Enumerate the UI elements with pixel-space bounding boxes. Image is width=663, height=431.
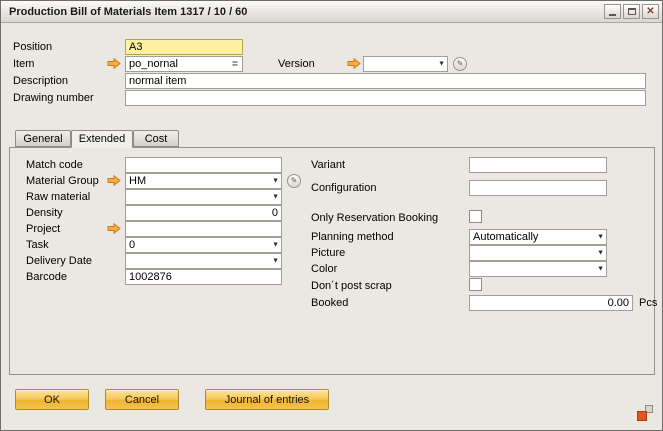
booked-input[interactable]: [469, 295, 633, 311]
project-input[interactable]: [125, 221, 282, 237]
only-reservation-booking-label: Only Reservation Booking: [311, 212, 438, 224]
dont-post-scrap-label: Don´t post scrap: [311, 280, 392, 292]
chevron-down-icon: ▼: [272, 178, 279, 185]
ok-button[interactable]: OK: [15, 389, 89, 410]
minimize-icon: [609, 14, 616, 16]
close-icon: ✕: [646, 7, 654, 17]
variant-label: Variant: [311, 159, 345, 171]
close-button[interactable]: ✕: [642, 4, 659, 19]
density-label: Density: [26, 207, 63, 219]
minimize-button[interactable]: [604, 4, 621, 19]
planning-method-select[interactable]: Automatically ▼: [469, 229, 607, 245]
material-group-value: HM: [129, 175, 267, 187]
barcode-label: Barcode: [26, 271, 67, 283]
booked-unit-label: Pcs: [639, 297, 657, 309]
project-link-arrow-icon[interactable]: [107, 223, 121, 234]
position-label: Position: [13, 41, 52, 53]
chevron-down-icon: ▼: [272, 242, 279, 249]
form-resize-grip-icon[interactable]: [637, 405, 653, 421]
task-label: Task: [26, 239, 49, 251]
booked-label: Booked: [311, 297, 348, 309]
material-group-select[interactable]: HM ▼: [125, 173, 282, 189]
position-input[interactable]: [125, 39, 243, 55]
density-input[interactable]: [125, 205, 282, 221]
color-select[interactable]: ▼: [469, 261, 607, 277]
match-code-label: Match code: [26, 159, 83, 171]
version-link-arrow-icon[interactable]: [347, 58, 361, 69]
production-bom-window: Production Bill of Materials Item 1317 /…: [0, 0, 663, 431]
variant-input[interactable]: [469, 157, 607, 173]
grip-orange-square: [637, 411, 647, 421]
chevron-down-icon: ▼: [438, 61, 445, 68]
raw-material-select[interactable]: ▼: [125, 189, 282, 205]
material-group-label: Material Group: [26, 175, 99, 187]
version-select[interactable]: ▼: [363, 56, 448, 72]
item-label: Item: [13, 58, 34, 70]
drawing-number-label: Drawing number: [13, 92, 94, 104]
material-group-link-arrow-icon[interactable]: [107, 175, 121, 186]
cancel-button[interactable]: Cancel: [105, 389, 179, 410]
window-title: Production Bill of Materials Item 1317 /…: [9, 6, 602, 18]
material-group-edit-icon[interactable]: ✎: [287, 174, 301, 188]
titlebar[interactable]: Production Bill of Materials Item 1317 /…: [1, 1, 662, 23]
planning-method-value: Automatically: [473, 231, 592, 243]
version-edit-icon[interactable]: ✎: [453, 57, 467, 71]
chevron-down-icon: ▼: [272, 194, 279, 201]
item-details-icon[interactable]: =: [232, 60, 238, 70]
configuration-label: Configuration: [311, 182, 376, 194]
tab-cost[interactable]: Cost: [133, 130, 179, 147]
chevron-down-icon: ▼: [597, 250, 604, 257]
chevron-down-icon: ▼: [597, 266, 604, 273]
chevron-down-icon: ▼: [272, 258, 279, 265]
planning-method-label: Planning method: [311, 231, 394, 243]
picture-label: Picture: [311, 247, 345, 259]
barcode-input[interactable]: [125, 269, 282, 285]
match-code-input[interactable]: [125, 157, 282, 173]
delivery-date-label: Delivery Date: [26, 255, 92, 267]
color-label: Color: [311, 263, 337, 275]
journal-of-entries-button[interactable]: Journal of entries: [205, 389, 329, 410]
item-link-arrow-icon[interactable]: [107, 58, 121, 69]
chevron-down-icon: ▼: [597, 234, 604, 241]
tab-extended[interactable]: Extended: [71, 130, 133, 148]
tab-general[interactable]: General: [15, 130, 71, 147]
version-label: Version: [278, 58, 315, 70]
only-reservation-booking-checkbox[interactable]: [469, 210, 482, 223]
maximize-button[interactable]: [623, 4, 640, 19]
item-input[interactable]: [125, 56, 243, 72]
drawing-number-input[interactable]: [125, 90, 646, 106]
maximize-icon: [628, 8, 636, 15]
task-value: 0: [129, 239, 267, 251]
raw-material-label: Raw material: [26, 191, 90, 203]
picture-select[interactable]: ▼: [469, 245, 607, 261]
task-select[interactable]: 0 ▼: [125, 237, 282, 253]
project-label: Project: [26, 223, 60, 235]
description-input[interactable]: [125, 73, 646, 89]
dont-post-scrap-checkbox[interactable]: [469, 278, 482, 291]
description-label: Description: [13, 75, 68, 87]
configuration-input[interactable]: [469, 180, 607, 196]
delivery-date-select[interactable]: ▼: [125, 253, 282, 269]
